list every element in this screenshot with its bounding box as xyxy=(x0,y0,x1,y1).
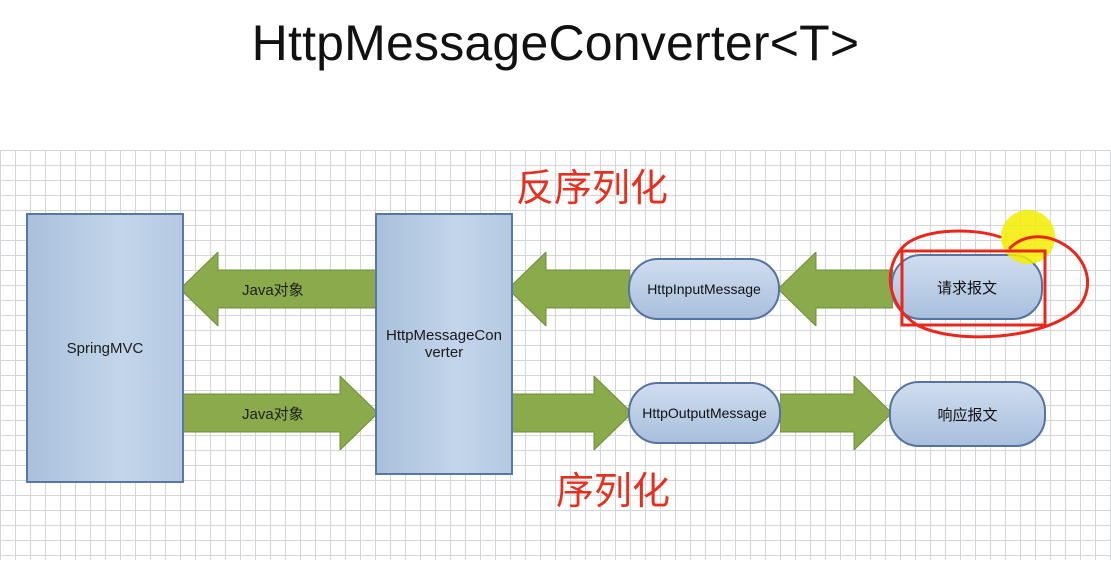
http-output-message-node: HttpOutputMessage xyxy=(628,382,781,444)
java-object-label-top: Java对象 xyxy=(242,282,304,299)
arrow-output-to-response xyxy=(780,376,892,450)
request-message-node: 请求报文 xyxy=(891,254,1043,320)
converter-label-line1: HttpMessageCon xyxy=(386,327,502,344)
http-input-message-node: HttpInputMessage xyxy=(628,258,780,320)
springmvc-label: SpringMVC xyxy=(66,339,144,357)
slide-title: HttpMessageConverter<T> xyxy=(251,15,860,71)
serialize-label: 序列化 xyxy=(556,469,671,513)
arrow-converter-to-output xyxy=(512,376,632,450)
arrow-request-to-input xyxy=(778,252,893,326)
converter-label-line2: verter xyxy=(424,344,464,361)
arrow-input-to-converter xyxy=(508,252,630,326)
java-object-label-bottom: Java对象 xyxy=(242,406,304,423)
converter-box: HttpMessageCon verter xyxy=(375,213,513,475)
deserialize-label: 反序列化 xyxy=(516,166,669,210)
springmvc-box: SpringMVC xyxy=(26,213,184,483)
response-message-node: 响应报文 xyxy=(889,381,1046,447)
